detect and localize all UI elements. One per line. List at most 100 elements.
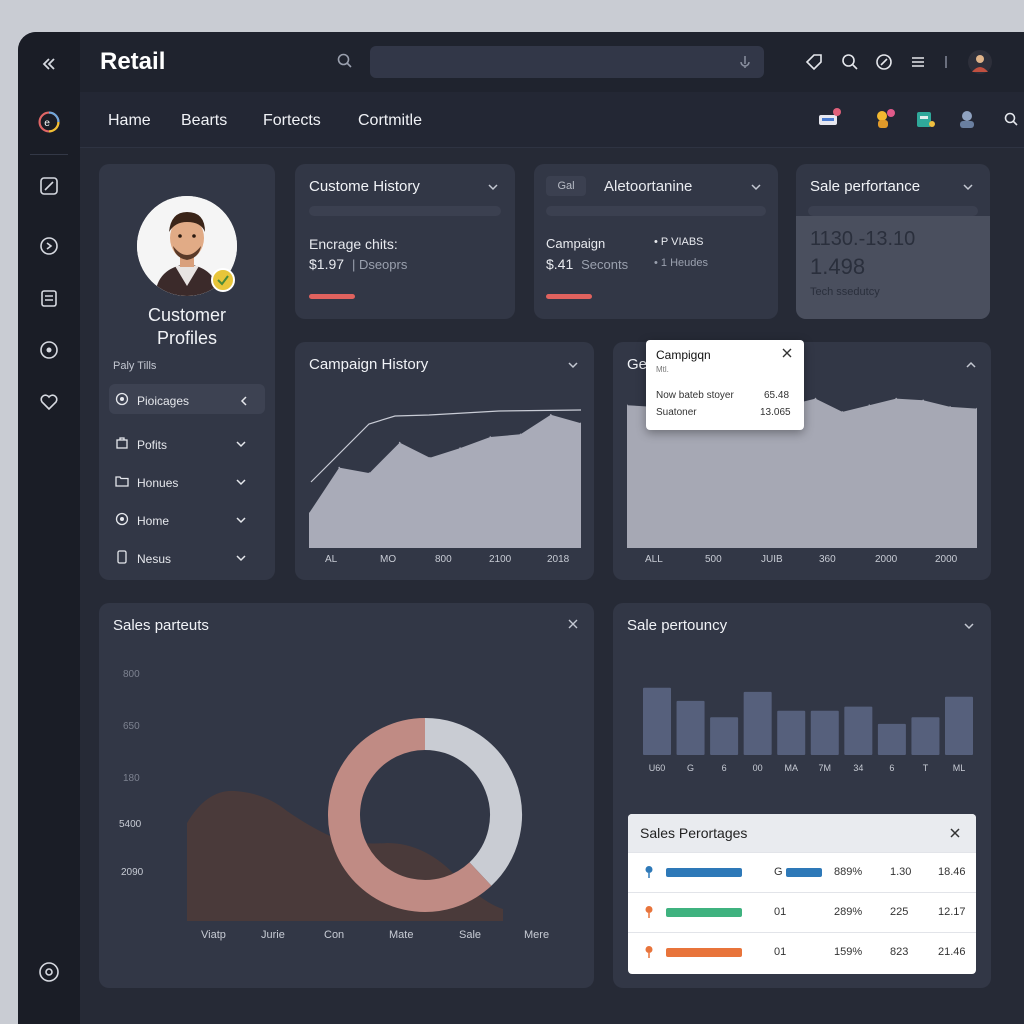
nav-item-cortmitle[interactable]: Cortmitle <box>358 112 422 130</box>
campaign-tooltip[interactable]: Campigqn Mtl. Now bateb stoyer 65.48 Sua… <box>646 340 804 430</box>
close-icon[interactable] <box>780 346 794 360</box>
document-icon[interactable] <box>37 286 61 310</box>
bar <box>777 710 806 755</box>
y-tick: 180 <box>123 773 140 784</box>
app-title: Retail <box>100 48 166 75</box>
profile-badge-icon[interactable] <box>954 106 980 132</box>
card-title: Ge <box>627 356 648 373</box>
bar <box>710 717 739 755</box>
donut-slice <box>424 718 522 886</box>
chevron-down-icon[interactable] <box>235 476 247 488</box>
data-point <box>949 406 951 408</box>
placeholder-bar <box>309 206 501 216</box>
metric-label: Campaign <box>546 236 606 251</box>
nav-item-home[interactable]: Hame <box>108 112 151 130</box>
row-c4: 12.17 <box>938 906 966 918</box>
power-icon[interactable] <box>37 960 61 984</box>
profile-item-0[interactable]: Pioicages <box>115 392 247 409</box>
tag-icon[interactable] <box>804 52 824 72</box>
people-icon[interactable] <box>872 106 898 132</box>
close-icon[interactable] <box>948 826 962 840</box>
profile-item-2[interactable]: Honues <box>115 474 246 491</box>
row-c2: 289% <box>834 906 863 918</box>
x-tick: AL <box>325 554 338 565</box>
x-tick: 34 <box>853 763 864 773</box>
menu-icon[interactable] <box>908 52 928 72</box>
table-row[interactable]: 01 289% 225 12.17 <box>628 892 976 932</box>
x-tick: G <box>687 763 695 773</box>
compass-icon[interactable] <box>37 338 61 362</box>
chevron-down-icon[interactable] <box>962 180 974 192</box>
section-label: Paly Tills <box>113 360 157 372</box>
data-point <box>338 466 340 469</box>
panel-title: Sales Perortages <box>640 825 748 841</box>
bar <box>643 687 671 755</box>
heart-icon[interactable] <box>37 390 61 414</box>
profile-item-label: Home <box>137 513 170 528</box>
metric-sub: Seconts <box>581 257 629 272</box>
campaign-history-card: Campaign History AL MO 800 2100 2018 <box>295 342 594 580</box>
profile-item-1[interactable]: Pofits <box>115 436 246 453</box>
sales-parteuts-card: Sales parteuts 800 650 180 5400 2090 Via… <box>99 603 594 988</box>
x-tick: 7M <box>818 763 832 773</box>
chevron-down-icon[interactable] <box>235 438 247 450</box>
x-tick: Mere <box>524 929 550 941</box>
table-row[interactable]: 01 159% 823 21.46 <box>628 932 976 972</box>
microphone-icon[interactable] <box>736 53 754 71</box>
folder-icon <box>115 474 129 491</box>
tooltip-row-2-label: Suatoner <box>656 407 697 418</box>
inbox-icon[interactable] <box>816 106 842 132</box>
performance-big-1: 1130.-13.10 <box>810 228 916 250</box>
nav-search-icon[interactable] <box>998 106 1024 132</box>
x-tick: ALL <box>645 554 663 565</box>
chevron-up-icon[interactable] <box>965 358 977 370</box>
chevron-down-icon[interactable] <box>750 180 762 192</box>
clock-icon[interactable] <box>874 52 894 72</box>
search-icon-2[interactable] <box>840 52 860 72</box>
refresh-icon[interactable] <box>37 234 61 258</box>
chevron-down-icon[interactable] <box>567 358 579 370</box>
edit-icon[interactable] <box>37 174 61 198</box>
profile-item-label: Honues <box>137 475 179 490</box>
nav-item-fortects[interactable]: Fortects <box>263 112 321 130</box>
data-point <box>398 441 401 444</box>
tooltip-row-1-label: Now bateb stoyer <box>656 390 734 401</box>
profile-item-4[interactable]: Nesus <box>115 550 246 567</box>
calendar-icon[interactable] <box>912 106 938 132</box>
search-icon[interactable] <box>336 52 354 70</box>
data-point <box>519 433 522 436</box>
profile-item-3[interactable]: Home <box>115 512 246 529</box>
row-c4: 21.46 <box>938 946 966 958</box>
data-point <box>489 436 492 438</box>
bullet-1: • P VIABS <box>654 236 704 248</box>
chevron-down-icon[interactable] <box>235 514 247 526</box>
row-c2: 889% <box>834 866 863 878</box>
tag-chip[interactable]: Gal <box>546 176 586 196</box>
bar <box>810 710 839 755</box>
y-tick: 5400 <box>119 819 142 830</box>
x-tick: Sale <box>459 929 482 941</box>
chevron-down-icon[interactable] <box>487 180 499 192</box>
brand-logo-icon[interactable]: e <box>37 110 61 134</box>
area-series <box>309 414 581 548</box>
chevron-down-icon[interactable] <box>235 552 247 564</box>
performance-big-2: 1.498 <box>810 254 866 279</box>
accent-bar <box>309 294 355 299</box>
search-input[interactable] <box>370 46 764 78</box>
x-tick: Viatp <box>201 929 226 941</box>
user-avatar[interactable] <box>968 50 992 74</box>
sales-percentages-panel[interactable]: Sales Perortages G 889% 1.30 18.46 01 28… <box>628 814 976 974</box>
x-tick: T <box>922 763 929 773</box>
x-tick: 6 <box>889 763 895 773</box>
x-tick: 800 <box>435 554 452 565</box>
performance-sub: Tech ssedutcy <box>810 286 880 298</box>
chevron-left-icon[interactable] <box>239 395 251 407</box>
sale-performance-card: Sale perfortance 1130.-13.10 1.498 Tech … <box>796 164 990 319</box>
nav-item-bearts[interactable]: Bearts <box>181 112 227 130</box>
close-icon[interactable] <box>567 617 579 629</box>
icon-rail: e <box>18 32 80 1024</box>
chevron-down-icon[interactable] <box>963 619 975 631</box>
back-arrows-icon[interactable] <box>37 52 61 76</box>
data-point <box>550 414 552 416</box>
table-row[interactable]: G 889% 1.30 18.46 <box>628 852 976 892</box>
